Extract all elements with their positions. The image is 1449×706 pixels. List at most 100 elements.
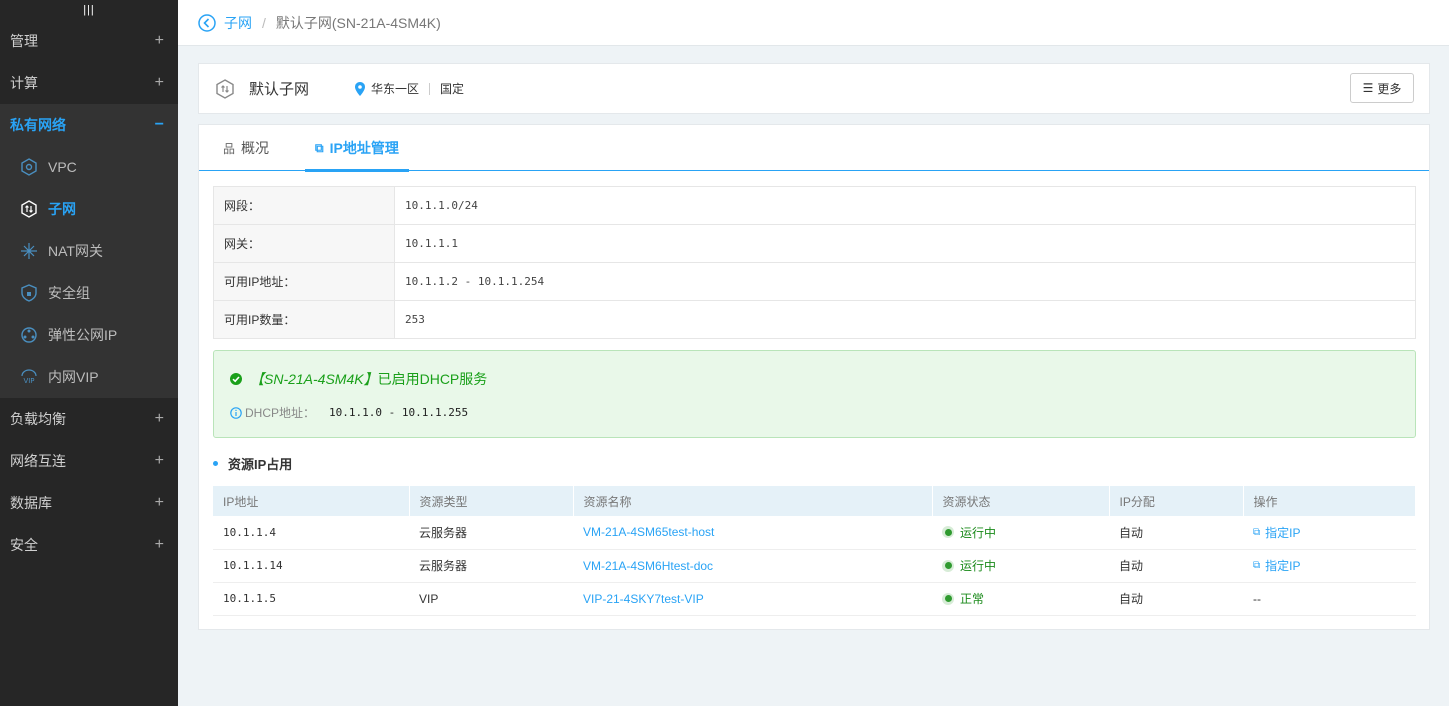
sidebar-group-security[interactable]: 安全 + [0,524,178,566]
tab-label: IP地址管理 [329,140,399,156]
table-row: 可用IP地址： 10.1.1.2 - 10.1.1.254 [213,262,1416,301]
status-text: 正常 [960,592,985,606]
resource-name-link[interactable]: VM-21A-4SM65test-host [573,516,932,550]
table-row: 10.1.1.14 云服务器 VM-21A-4SM6Htest-doc 运行中 … [213,549,1416,583]
action-cell: -- [1243,582,1416,616]
sidebar-item-vip[interactable]: VIP 内网VIP [0,356,178,398]
plus-icon: + [154,410,164,427]
resource-name-link[interactable]: VIP-21-4SKY7test-VIP [573,582,932,616]
security-group-icon [20,284,38,302]
column-header: 资源类型 [409,486,574,516]
sidebar-submenu: VPC 子网 NAT网关 安全组 弹性公网IP VIP 内网VIP [0,146,178,398]
svg-text:VIP: VIP [23,377,34,385]
plus-icon: + [154,494,164,511]
sidebar-group-manage[interactable]: 管理 + [0,20,178,62]
location-pin-icon [355,81,366,96]
assign-ip-button[interactable]: ⧉ 指定IP [1253,524,1300,541]
plus-icon: + [154,452,164,469]
sidebar-item-security-group[interactable]: 安全组 [0,272,178,314]
action-label: 指定IP [1265,525,1301,540]
sidebar-group-label: 计算 [10,75,38,91]
dhcp-message: 已启用DHCP服务 [377,371,488,387]
menu-bars-icon[interactable]: ||| [0,0,178,20]
status-dot-icon [942,559,954,572]
resource-ip-table: IP地址 资源类型 资源名称 资源状态 IP分配 操作 10.1.1.4 云服务… [213,486,1416,616]
status-dot-icon [942,526,954,539]
column-header: IP分配 [1109,486,1244,516]
sidebar-item-label: 内网VIP [48,369,99,385]
column-header: 资源状态 [932,486,1110,516]
sidebar-group-label: 私有网络 [10,117,66,133]
info-value: 10.1.1.2 - 10.1.1.254 [394,262,1416,301]
type-cell: 云服务器 [409,516,573,550]
sidebar-group-label: 数据库 [10,495,52,511]
vpc-icon [20,158,38,176]
section-title: 资源IP占用 [213,454,292,473]
sidebar-group-private-network[interactable]: 私有网络 − [0,104,178,146]
sidebar-group-compute[interactable]: 计算 + [0,62,178,104]
column-header: 资源名称 [573,486,933,516]
dhcp-range-label: DHCP地址： [245,406,316,420]
dhcp-notice: 【SN-21A-4SM4K】 已启用DHCP服务 DHCP地址： 10.1.1.… [213,350,1416,438]
plus-icon: + [154,74,164,91]
status-badge: 运行中 [942,524,996,541]
breadcrumb-subnet-link[interactable]: 子网 [224,13,252,33]
region-label: 华东一区 [371,82,420,96]
assign-ip-button[interactable]: ⧉ 指定IP [1253,557,1300,574]
sidebar-group-database[interactable]: 数据库 + [0,482,178,524]
ip-cell: 10.1.1.4 [213,516,409,550]
list-icon: ☰ [1362,81,1374,95]
action-cell: ⧉ 指定IP [1243,549,1416,583]
assign-ip-icon: ⧉ [1253,526,1261,538]
status-badge: 正常 [942,590,984,607]
more-button[interactable]: ☰ 更多 [1350,73,1414,103]
resource-name-link[interactable]: VM-21A-4SM6Htest-doc [573,549,932,583]
ip-cell: 10.1.1.14 [213,549,409,583]
breadcrumb: 子网 / 默认子网(SN-21A-4SM4K) [178,0,1449,46]
alloc-cell: 自动 [1109,516,1243,550]
sidebar-item-label: 安全组 [48,285,90,301]
tab-label: 概况 [241,140,270,156]
overview-icon: 品 [223,141,236,156]
dhcp-range: DHCP地址： 10.1.1.0 - 10.1.1.255 [230,404,468,421]
sidebar-item-subnet[interactable]: 子网 [0,188,178,230]
breadcrumb-separator: / [262,14,266,31]
vip-icon: VIP [20,368,38,386]
info-value: 253 [394,300,1416,339]
action-label: 指定IP [1265,559,1301,573]
tab-bar: 品 概况 ⧉ IP地址管理 [199,125,1429,172]
sidebar-group-interconnect[interactable]: 网络互连 + [0,440,178,482]
minus-icon: − [154,116,164,133]
dhcp-subnet-id: 【SN-21A-4SM4K】 [250,371,378,387]
sidebar-group-load-balance[interactable]: 负载均衡 + [0,398,178,440]
back-icon[interactable] [198,13,216,32]
type-cell: VIP [409,582,573,616]
info-value: 10.1.1.0/24 [394,186,1416,225]
action-cell: ⧉ 指定IP [1243,516,1416,550]
tab-overview[interactable]: 品 概况 [213,125,279,171]
sidebar-group-label: 管理 [10,33,38,49]
assign-ip-icon: ⧉ [1253,560,1261,571]
elastic-ip-icon [20,326,38,344]
status-cell: 正常 [932,582,1109,616]
type-cell: 云服务器 [409,549,573,583]
dhcp-range-value: 10.1.1.0 - 10.1.1.255 [329,406,469,419]
sidebar-item-label: VPC [48,159,77,175]
sidebar-item-label: NAT网关 [48,243,103,259]
sidebar-item-label: 子网 [48,201,76,217]
sidebar-item-elastic-ip[interactable]: 弹性公网IP [0,314,178,356]
sidebar-item-label: 弹性公网IP [48,327,118,343]
ip-cell: 10.1.1.5 [213,582,409,616]
subnet-icon [20,200,38,218]
column-header: 操作 [1243,486,1416,516]
table-row: 10.1.1.4 云服务器 VM-21A-4SM65test-host 运行中 … [213,516,1416,550]
sidebar-item-vpc[interactable]: VPC [0,146,178,188]
sidebar-group-label: 安全 [10,537,38,553]
nat-gateway-icon [20,242,38,260]
sidebar-item-nat-gateway[interactable]: NAT网关 [0,230,178,272]
tab-ip-management[interactable]: ⧉ IP地址管理 [305,125,409,172]
sidebar-group-label: 网络互连 [10,453,66,469]
type-label: 国定 [440,82,465,96]
subnet-icon [216,78,234,99]
column-header: IP地址 [213,486,410,516]
